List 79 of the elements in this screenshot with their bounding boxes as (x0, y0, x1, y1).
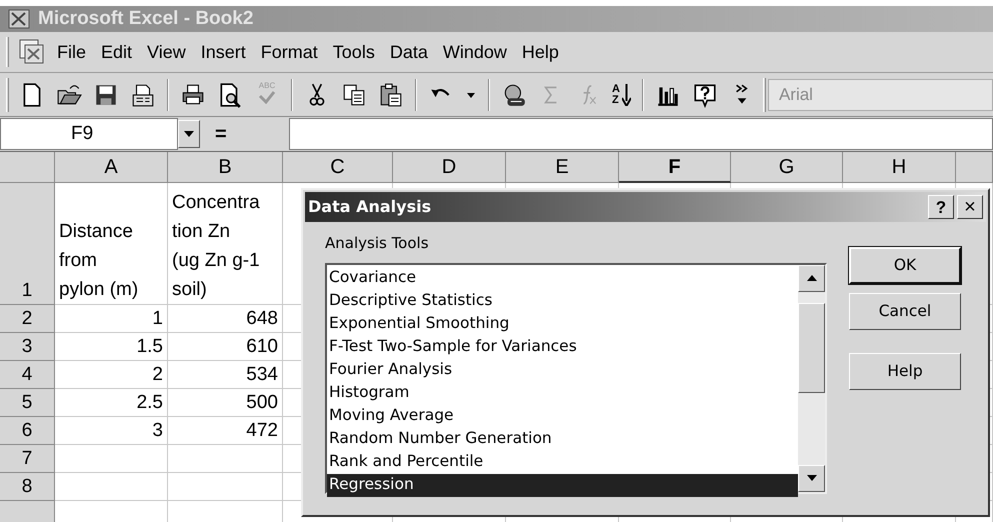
dropdown-button[interactable] (178, 120, 200, 148)
table-cell: Distance from pylon (m) (55, 183, 168, 305)
row-header[interactable]: 7 (0, 445, 55, 473)
list-label: Analysis Tools (325, 233, 430, 254)
menu-item[interactable]: Help (522, 38, 559, 66)
menu-item[interactable]: View (147, 38, 186, 66)
table-cell: 472 (168, 417, 283, 445)
row-header[interactable]: 4 (0, 361, 55, 389)
document-card-icon[interactable] (130, 82, 156, 108)
equals-sign: = (215, 122, 228, 147)
list-item[interactable]: F-Test Two-Sample for Variances (327, 336, 798, 358)
help-balloon-icon[interactable] (692, 82, 718, 108)
column-header[interactable]: H (843, 152, 956, 183)
list-item[interactable]: Fourier Analysis (327, 358, 798, 382)
row-header[interactable]: 3 (0, 333, 55, 361)
table-cell: 2.5 (55, 389, 168, 417)
scroll-thumb[interactable] (798, 303, 825, 393)
dialog-title: Data Analysis (308, 196, 432, 218)
menu-item[interactable]: Insert (200, 38, 246, 66)
column-header[interactable]: G (731, 152, 843, 183)
row-header[interactable]: 8 (0, 473, 55, 501)
spreadsheet-logo-icon (8, 9, 30, 29)
column-header[interactable]: A (55, 152, 168, 183)
table-cell: Concentra tion Zn (ug Zn g-1 soil) (168, 183, 283, 305)
row-header[interactable]: 1 (0, 183, 55, 305)
list-item[interactable]: Random Number Generation (327, 428, 798, 450)
caret-icon (184, 131, 194, 137)
scrollbar[interactable] (798, 264, 825, 492)
menu-item[interactable]: File (57, 38, 86, 66)
cell-reference: F9 (71, 122, 94, 146)
table-cell: 1 (55, 305, 168, 333)
dialog-button[interactable]: Cancel (849, 293, 961, 330)
name-box[interactable]: F9 (0, 118, 178, 150)
down-arrow-icon (806, 475, 816, 481)
menu-item[interactable]: Data (390, 38, 428, 66)
dialog-button[interactable]: Help (849, 353, 961, 390)
row-header[interactable]: 5 (0, 389, 55, 417)
row-header[interactable]: 2 (0, 305, 55, 333)
font-name: Arial (778, 84, 813, 106)
down-arrow-icon (622, 84, 631, 106)
table-cell: 610 (168, 333, 283, 361)
column-header[interactable]: F (619, 152, 731, 183)
row-header[interactable]: 6 (0, 417, 55, 445)
list-item[interactable]: Moving Average (327, 404, 798, 428)
up-arrow-icon (806, 275, 816, 281)
table-cell: 1.5 (55, 333, 168, 361)
sort-letter: A (612, 84, 620, 94)
window-title: Microsoft Excel - Book2 (38, 6, 254, 31)
checkmark-icon (258, 90, 276, 104)
copy-icon[interactable] (341, 82, 367, 108)
help-button[interactable]: ? (928, 195, 954, 219)
table-cell: 648 (168, 305, 283, 333)
list-item[interactable]: Covariance (327, 266, 798, 290)
scroll-up-button[interactable] (798, 264, 825, 292)
close-button[interactable]: × (957, 195, 983, 219)
list-item[interactable]: Exponential Smoothing (327, 312, 798, 336)
column-header[interactable]: B (168, 152, 283, 183)
list-item[interactable]: Histogram (327, 382, 798, 404)
column-header[interactable]: D (393, 152, 506, 183)
menu-item[interactable]: Format (260, 38, 318, 66)
table-cell: 500 (168, 389, 283, 417)
dialog-button[interactable]: OK (849, 247, 961, 284)
menu-item[interactable]: Edit (101, 38, 132, 66)
table-cell: 534 (168, 361, 283, 389)
formula-field[interactable] (289, 118, 993, 150)
list-item[interactable]: Regression (327, 474, 798, 496)
clipboard-icon[interactable] (378, 82, 404, 108)
sort-letter: Z (612, 94, 620, 106)
column-header[interactable]: E (506, 152, 619, 183)
list-item[interactable]: Descriptive Statistics (327, 290, 798, 312)
table-cell: 3 (55, 417, 168, 445)
column-header[interactable]: C (283, 152, 393, 183)
table-cell: 2 (55, 361, 168, 389)
menu-item[interactable]: Window (442, 38, 507, 66)
scroll-down-button[interactable] (798, 464, 825, 492)
sort-button[interactable]: A Z (612, 84, 631, 106)
spelling-label: ABC (258, 82, 276, 90)
list-item[interactable]: Rank and Percentile (327, 450, 798, 474)
menu-item[interactable]: Tools (332, 38, 375, 66)
